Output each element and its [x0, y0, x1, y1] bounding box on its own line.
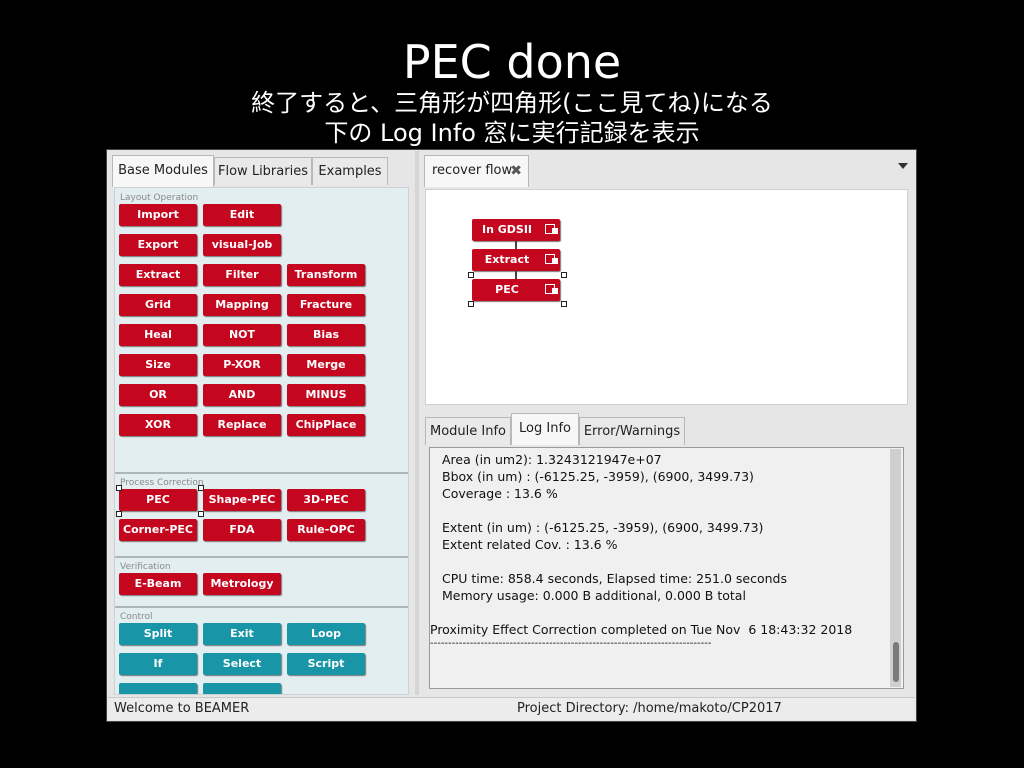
flow-node-in-gdsii[interactable]: In GDSII — [472, 219, 560, 241]
log-line-extent-cov: Extent related Cov. : 13.6 % — [442, 537, 618, 552]
module-minus-button[interactable]: MINUS — [287, 384, 365, 406]
flow-node-extract[interactable]: Extract — [472, 249, 560, 271]
group-label-control: Control — [120, 612, 153, 622]
selection-handle — [561, 272, 567, 278]
project-directory: Project Directory: /home/makoto/CP2017 — [517, 701, 782, 716]
pane-splitter[interactable] — [415, 151, 419, 695]
module-fracture-button[interactable]: Fracture — [287, 294, 365, 316]
tab-error-warnings[interactable]: Error/Warnings — [579, 417, 685, 445]
module-cut-off-button[interactable] — [203, 683, 281, 694]
module-chipplace-button[interactable]: ChipPlace — [287, 414, 365, 436]
slide-title: PEC done — [402, 35, 622, 89]
tab-module-info[interactable]: Module Info — [425, 417, 511, 445]
module-shape-pec-button[interactable]: Shape-PEC — [203, 489, 281, 511]
group-label-process-correction: Process Correction — [120, 478, 204, 488]
close-icon[interactable]: ✖ — [510, 156, 522, 186]
module-rule-opc-button[interactable]: Rule-OPC — [287, 519, 365, 541]
group-label-layout-operation: Layout Operation — [120, 193, 199, 203]
module-transform-button[interactable]: Transform — [287, 264, 365, 286]
module-mapping-button[interactable]: Mapping — [203, 294, 281, 316]
flow-node-label: In GDSII — [481, 223, 533, 236]
group-separator — [115, 472, 408, 474]
group-separator — [115, 556, 408, 558]
selection-handle — [198, 511, 204, 517]
module-fda-button[interactable]: FDA — [203, 519, 281, 541]
chevron-down-icon[interactable] — [898, 163, 908, 169]
log-line-area: Area (in um2): 1.3243121947e+07 — [442, 452, 662, 467]
module-visual-job-button[interactable]: visual-Job — [203, 234, 281, 256]
module-filter-button[interactable]: Filter — [203, 264, 281, 286]
selection-handle — [116, 485, 122, 491]
left-tab-bar: Base Modules Flow Libraries Examples — [108, 155, 418, 187]
node-window-icon — [552, 258, 558, 264]
slide-subtitle-line2: 下の Log Info 窓に実行記録を表示 — [324, 119, 700, 147]
module-pec-button[interactable]: PEC — [119, 489, 197, 511]
module-corner-pec-button[interactable]: Corner-PEC — [119, 519, 197, 541]
module-merge-button[interactable]: Merge — [287, 354, 365, 376]
module-p-xor-button[interactable]: P-XOR — [203, 354, 281, 376]
flow-link — [515, 241, 517, 249]
node-window-icon — [552, 288, 558, 294]
module-split-button[interactable]: Split — [119, 623, 197, 645]
log-line-divider: ----------------------------------------… — [430, 638, 712, 649]
module-extract-button[interactable]: Extract — [119, 264, 197, 286]
log-scrollbar-thumb[interactable] — [893, 642, 899, 682]
flow-tab-label: recover flow — [432, 163, 513, 178]
group-separator — [115, 606, 408, 608]
module-if-button[interactable]: If — [119, 653, 197, 675]
log-line-bbox: Bbox (in um) : (-6125.25, -3959), (6900,… — [442, 469, 754, 484]
module-script-button[interactable]: Script — [287, 653, 365, 675]
module-loop-button[interactable]: Loop — [287, 623, 365, 645]
log-line-extent: Extent (in um) : (-6125.25, -3959), (690… — [442, 520, 764, 535]
tab-examples[interactable]: Examples — [312, 157, 388, 185]
module-3d-pec-button[interactable]: 3D-PEC — [287, 489, 365, 511]
module-edit-button[interactable]: Edit — [203, 204, 281, 226]
beamer-window: Base Modules Flow Libraries Examples Lay… — [106, 149, 917, 722]
selection-handle — [561, 301, 567, 307]
selection-handle — [468, 301, 474, 307]
status-bar: Welcome to BEAMER Project Directory: /ho… — [108, 697, 915, 720]
module-cut-off-button[interactable] — [119, 683, 197, 694]
log-line-memory: Memory usage: 0.000 B additional, 0.000 … — [442, 588, 746, 603]
tab-base-modules[interactable]: Base Modules — [112, 155, 214, 187]
flow-node-label: PEC — [495, 283, 519, 296]
info-tab-bar: Module Info Log Info Error/Warnings — [425, 413, 905, 445]
module-select-button[interactable]: Select — [203, 653, 281, 675]
module-import-button[interactable]: Import — [119, 204, 197, 226]
flow-node-label: Extract — [484, 253, 530, 266]
module-palette: Layout Operation Import Edit Export visu… — [114, 187, 409, 695]
module-replace-button[interactable]: Replace — [203, 414, 281, 436]
flow-node-pec[interactable]: PEC — [472, 279, 560, 301]
module-and-button[interactable]: AND — [203, 384, 281, 406]
module-grid-button[interactable]: Grid — [119, 294, 197, 316]
module-not-button[interactable]: NOT — [203, 324, 281, 346]
flow-link — [515, 271, 517, 279]
flow-canvas[interactable]: In GDSII Extract PEC — [425, 189, 908, 405]
module-export-button[interactable]: Export — [119, 234, 197, 256]
flow-pane: recover flow ✖ In GDSII Extract PEC Modu… — [421, 151, 916, 695]
module-bias-button[interactable]: Bias — [287, 324, 365, 346]
group-label-verification: Verification — [120, 562, 171, 572]
selection-handle — [116, 511, 122, 517]
module-palette-pane: Base Modules Flow Libraries Examples Lay… — [108, 151, 415, 695]
module-metrology-button[interactable]: Metrology — [203, 573, 281, 595]
log-line-cpu: CPU time: 858.4 seconds, Elapsed time: 2… — [442, 571, 787, 586]
log-line-completed: Proximity Effect Correction completed on… — [430, 622, 853, 637]
module-xor-button[interactable]: XOR — [119, 414, 197, 436]
node-window-icon — [552, 228, 558, 234]
tab-log-info[interactable]: Log Info — [511, 413, 579, 445]
log-output[interactable]: Area (in um2): 1.3243121947e+07 Bbox (in… — [429, 447, 904, 689]
module-or-button[interactable]: OR — [119, 384, 197, 406]
slide-subtitle-line1: 終了すると、三角形が四角形(ここ見てね)になる — [251, 89, 773, 117]
module-heal-button[interactable]: Heal — [119, 324, 197, 346]
tab-flow-libraries[interactable]: Flow Libraries — [214, 157, 312, 185]
module-exit-button[interactable]: Exit — [203, 623, 281, 645]
module-size-button[interactable]: Size — [119, 354, 197, 376]
selection-handle — [468, 272, 474, 278]
log-line-coverage: Coverage : 13.6 % — [442, 486, 558, 501]
module-e-beam-button[interactable]: E-Beam — [119, 573, 197, 595]
tab-recover-flow[interactable]: recover flow ✖ — [424, 155, 529, 187]
status-message: Welcome to BEAMER — [114, 701, 250, 716]
